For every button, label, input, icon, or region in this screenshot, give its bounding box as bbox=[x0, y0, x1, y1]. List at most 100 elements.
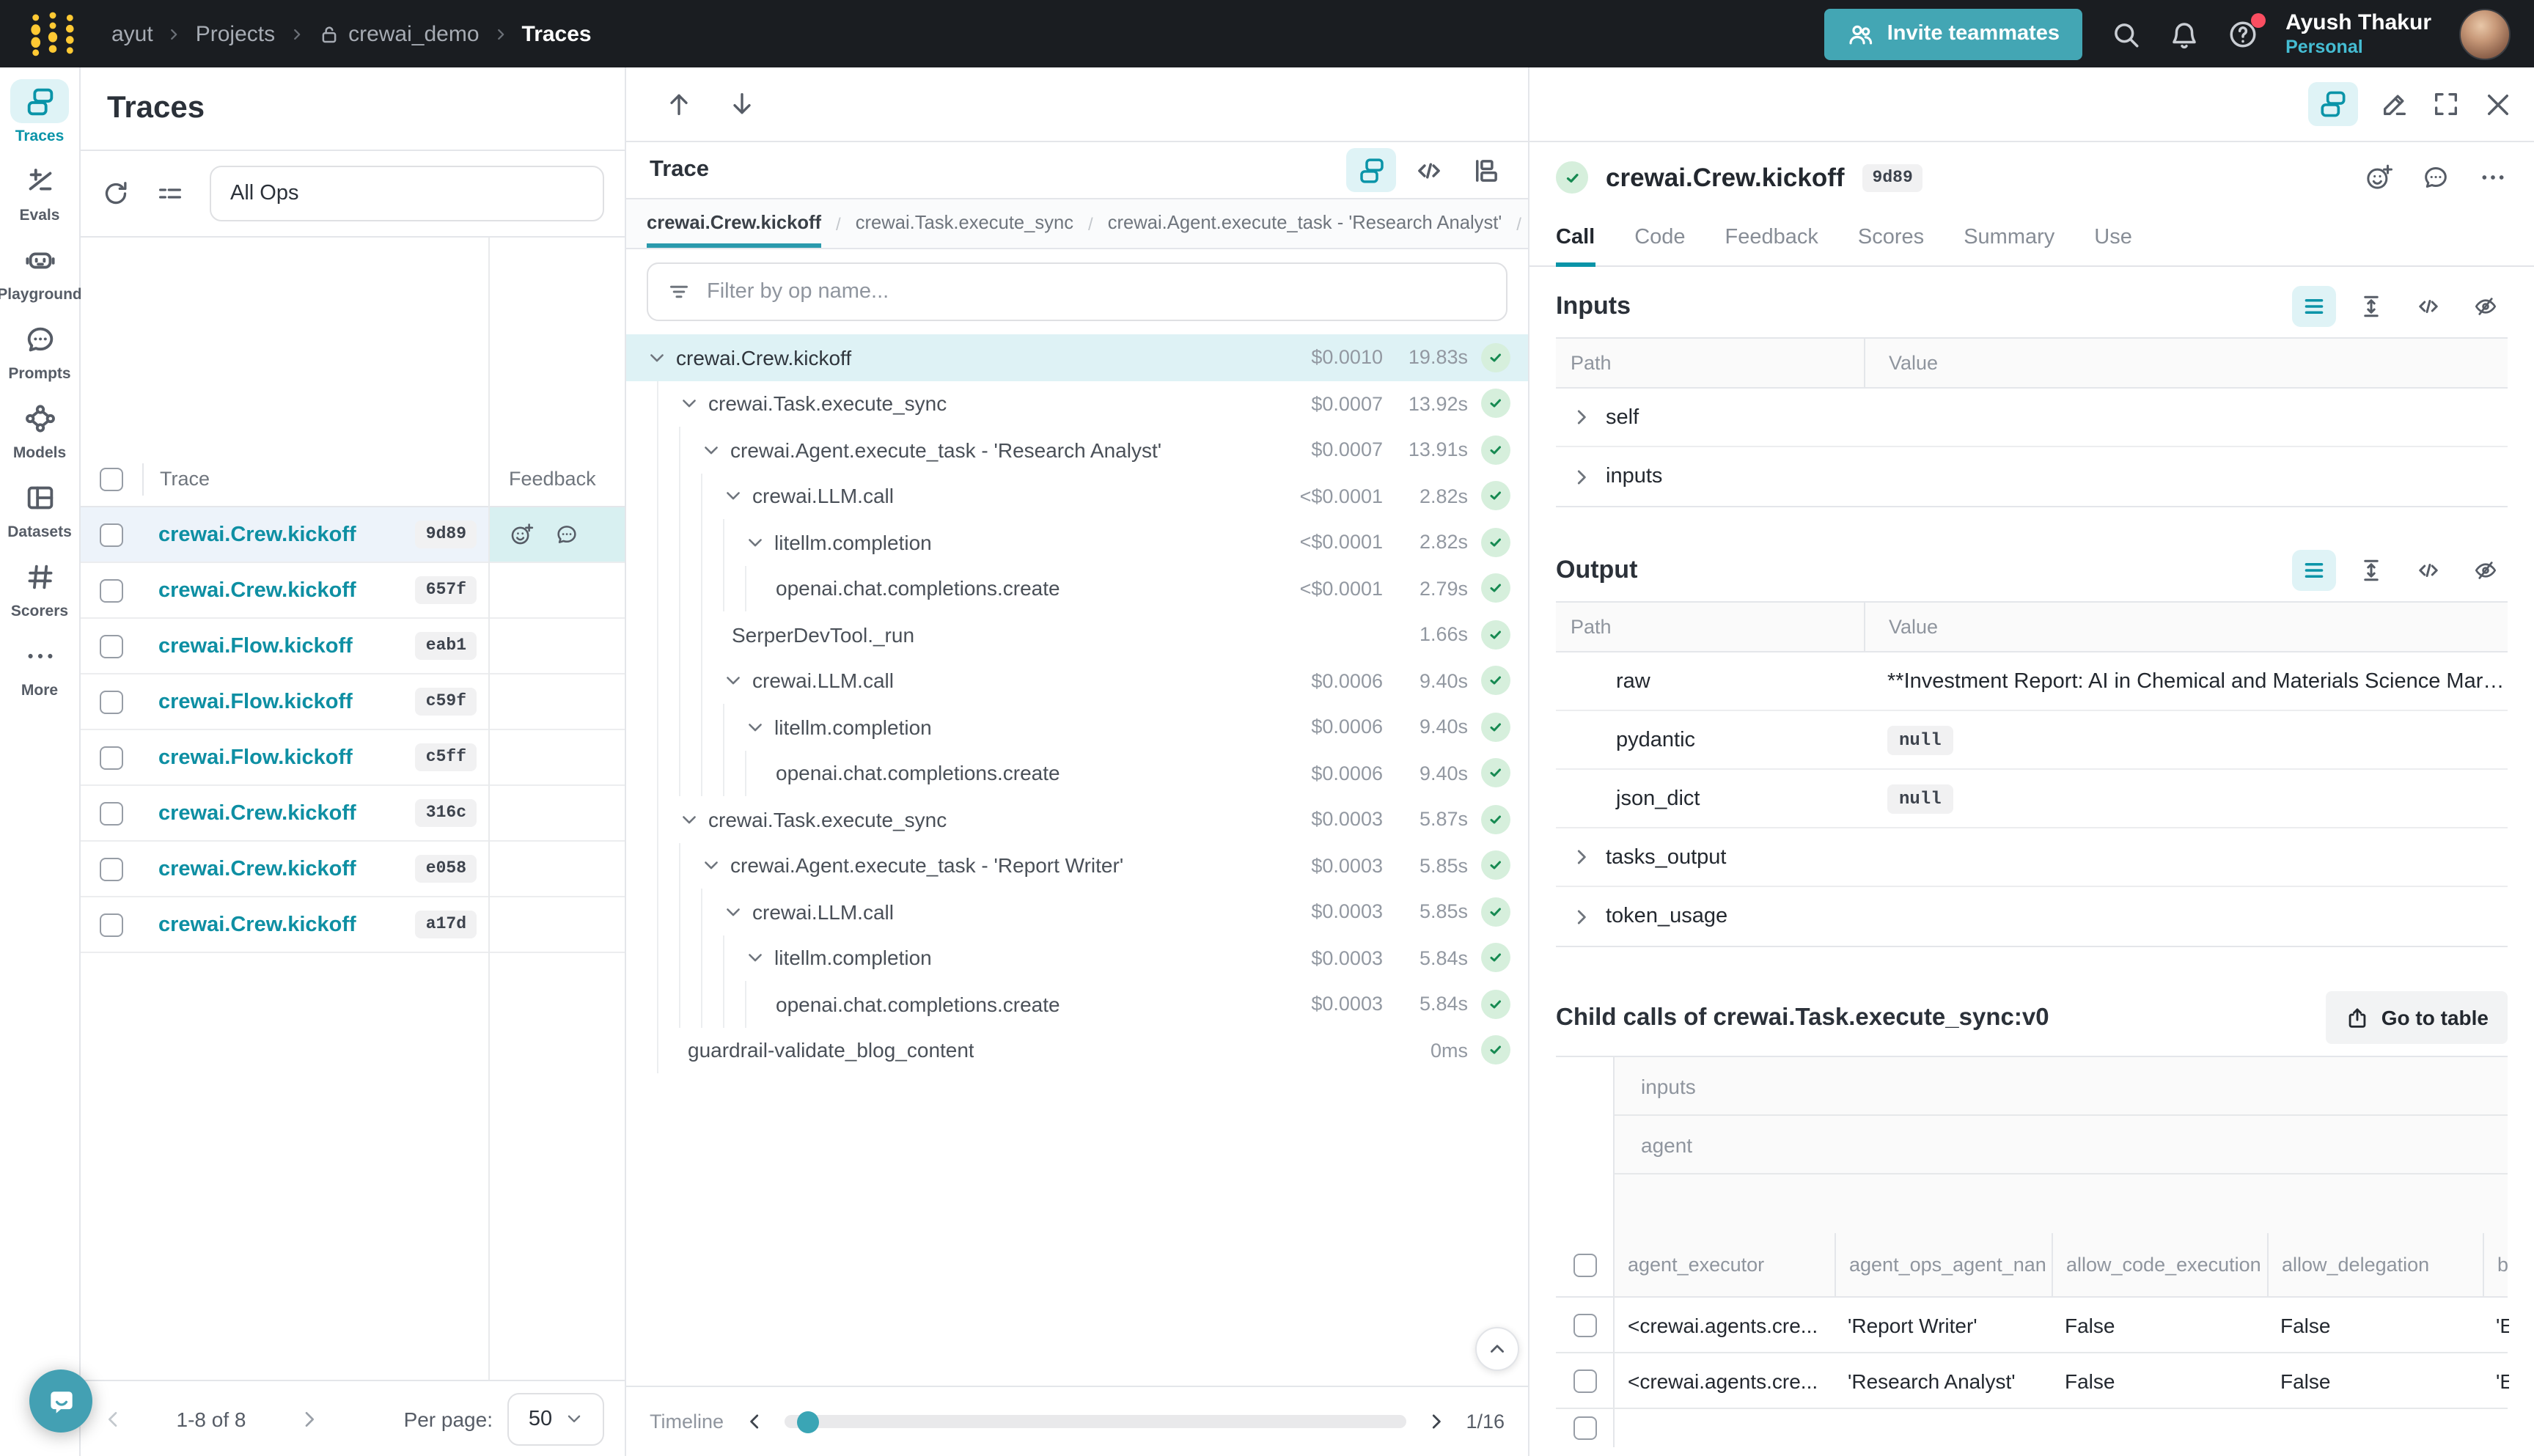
add-reaction-icon[interactable] bbox=[509, 522, 534, 547]
column-header-b[interactable]: b bbox=[2483, 1233, 2511, 1296]
row-checkbox[interactable] bbox=[100, 913, 123, 936]
collapse-chevron-icon[interactable] bbox=[679, 394, 704, 414]
collapse-chevron-icon[interactable] bbox=[745, 717, 770, 738]
fullscreen-expand-icon[interactable] bbox=[2431, 89, 2461, 119]
tab-feedback[interactable]: Feedback bbox=[1725, 213, 1818, 267]
tab-code[interactable]: Code bbox=[1634, 213, 1685, 267]
tree-node[interactable]: crewai.LLM.call <$0.0001 2.82s bbox=[626, 473, 1528, 519]
kv-row-raw[interactable]: raw **Investment Report: AI in Chemical … bbox=[1556, 652, 2508, 711]
tree-node[interactable]: openai.chat.completions.create <$0.0001 … bbox=[626, 565, 1528, 611]
row-checkbox[interactable] bbox=[100, 578, 123, 602]
trace-link[interactable]: crewai.Flow.kickoff bbox=[158, 690, 416, 713]
tree-node[interactable]: litellm.completion $0.0006 9.40s bbox=[626, 704, 1528, 750]
timeline-prev-button[interactable] bbox=[743, 1411, 765, 1433]
collapse-chevron-icon[interactable] bbox=[745, 532, 770, 553]
row-checkbox[interactable] bbox=[100, 801, 123, 825]
user-menu[interactable]: Ayush Thakur Personal bbox=[2285, 10, 2431, 58]
tree-node[interactable]: crewai.Crew.kickoff $0.0010 19.83s bbox=[626, 334, 1528, 380]
bell-icon[interactable] bbox=[2168, 18, 2199, 49]
sidebar-item-evals[interactable]: Evals bbox=[0, 158, 79, 224]
sidebar-item-playground[interactable]: Playground bbox=[0, 238, 79, 304]
help-button[interactable] bbox=[2227, 18, 2258, 49]
add-reaction-icon[interactable] bbox=[2364, 163, 2393, 192]
select-all-checkbox[interactable] bbox=[1573, 1253, 1596, 1276]
trace-link[interactable]: crewai.Crew.kickoff bbox=[158, 578, 416, 602]
sidebar-item-datasets[interactable]: Datasets bbox=[0, 475, 79, 541]
column-header-agent-ops-agent-nan[interactable]: agent_ops_agent_nan bbox=[1835, 1233, 2052, 1296]
breadcrumb-project[interactable]: crewai_demo bbox=[317, 21, 479, 46]
avatar[interactable] bbox=[2459, 8, 2511, 59]
hide-values-icon[interactable] bbox=[2464, 286, 2508, 327]
tab-scores[interactable]: Scores bbox=[1858, 213, 1924, 267]
tree-node[interactable]: litellm.completion $0.0003 5.84s bbox=[626, 935, 1528, 981]
row-checkbox[interactable] bbox=[100, 857, 123, 880]
kv-row-inputs[interactable]: inputs bbox=[1556, 447, 2508, 506]
kv-row-token-usage[interactable]: token_usage bbox=[1556, 887, 2508, 946]
sidebar-item-traces[interactable]: Traces bbox=[0, 79, 79, 145]
prev-page-button[interactable] bbox=[101, 1407, 125, 1430]
tab-use[interactable]: Use bbox=[2094, 213, 2132, 267]
code-view-button[interactable] bbox=[1403, 148, 1453, 192]
row-checkbox[interactable] bbox=[100, 634, 123, 658]
per-page-select[interactable]: 50 bbox=[507, 1392, 604, 1445]
trace-link[interactable]: crewai.Flow.kickoff bbox=[158, 634, 416, 658]
expand-chevron-icon[interactable] bbox=[1571, 406, 1595, 428]
kv-row-tasks-output[interactable]: tasks_output bbox=[1556, 828, 2508, 887]
tab-summary[interactable]: Summary bbox=[1964, 213, 2054, 267]
breadcrumb-projects[interactable]: Projects bbox=[196, 21, 275, 46]
filter-columns-button[interactable] bbox=[155, 179, 185, 208]
comment-icon[interactable] bbox=[554, 522, 579, 547]
tree-node[interactable]: crewai.LLM.call $0.0003 5.85s bbox=[626, 889, 1528, 935]
comment-icon[interactable] bbox=[2421, 163, 2450, 192]
collapse-chevron-icon[interactable] bbox=[679, 809, 704, 830]
tree-node[interactable]: openai.chat.completions.create $0.0003 5… bbox=[626, 981, 1528, 1027]
list-view-icon[interactable] bbox=[2292, 286, 2336, 327]
trace-link[interactable]: crewai.Crew.kickoff bbox=[158, 857, 416, 880]
feedback-column-header[interactable]: Feedback bbox=[490, 452, 625, 506]
trace-link[interactable]: crewai.Crew.kickoff bbox=[158, 801, 416, 825]
row-checkbox[interactable] bbox=[100, 523, 123, 546]
kv-row-json-dict[interactable]: json_dict null bbox=[1556, 770, 2508, 828]
code-view-icon[interactable] bbox=[2406, 550, 2450, 591]
trace-crumb-tab[interactable]: crewai.Task.execute_sync bbox=[856, 199, 1073, 248]
trace-row[interactable]: crewai.Crew.kickoff a17d bbox=[81, 897, 625, 953]
row-checkbox[interactable] bbox=[100, 690, 123, 713]
expand-chevron-icon[interactable] bbox=[1571, 846, 1595, 868]
trace-row[interactable]: crewai.Crew.kickoff 316c bbox=[81, 786, 625, 842]
row-checkbox[interactable] bbox=[100, 746, 123, 769]
tree-node[interactable]: crewai.Agent.execute_task - 'Report Writ… bbox=[626, 842, 1528, 889]
support-chat-button[interactable] bbox=[29, 1369, 92, 1433]
edit-pencil-icon[interactable] bbox=[2380, 89, 2409, 119]
code-view-icon[interactable] bbox=[2406, 286, 2450, 327]
child-call-row[interactable]: <crewai.agents.cre...'Report Writer'Fals… bbox=[1556, 1298, 2508, 1353]
tree-node[interactable]: crewai.LLM.call $0.0006 9.40s bbox=[626, 658, 1528, 704]
collapse-chevron-icon[interactable] bbox=[723, 486, 748, 507]
breadcrumb-entity[interactable]: ayut bbox=[111, 21, 153, 46]
trace-row[interactable]: crewai.Crew.kickoff e058 bbox=[81, 842, 625, 897]
expand-vertical-icon[interactable] bbox=[2349, 550, 2393, 591]
scroll-top-button[interactable] bbox=[1475, 1327, 1519, 1371]
row-checkbox[interactable] bbox=[1573, 1313, 1596, 1336]
next-trace-button[interactable] bbox=[727, 89, 757, 119]
trace-row[interactable]: crewai.Crew.kickoff 657f bbox=[81, 563, 625, 619]
tree-node[interactable]: openai.chat.completions.create $0.0006 9… bbox=[626, 750, 1528, 796]
tab-call[interactable]: Call bbox=[1556, 213, 1595, 267]
column-header-allow-delegation[interactable]: allow_delegation bbox=[2267, 1233, 2483, 1296]
collapse-chevron-icon[interactable] bbox=[745, 948, 770, 968]
invite-teammates-button[interactable]: Invite teammates bbox=[1824, 8, 2082, 59]
collapse-chevron-icon[interactable] bbox=[701, 440, 726, 460]
tree-node[interactable]: crewai.Task.execute_sync $0.0007 13.92s bbox=[626, 380, 1528, 427]
tree-node[interactable]: crewai.Task.execute_sync $0.0003 5.87s bbox=[626, 796, 1528, 842]
select-all-checkbox[interactable] bbox=[100, 467, 123, 490]
go-to-table-button[interactable]: Go to table bbox=[2326, 991, 2508, 1044]
trace-crumb-tab[interactable]: crewai.Agent.execute_task - 'Research An… bbox=[1108, 199, 1502, 248]
search-icon[interactable] bbox=[2109, 18, 2140, 49]
timeline-slider-thumb[interactable] bbox=[798, 1411, 820, 1433]
child-call-row[interactable] bbox=[1556, 1409, 2508, 1447]
trace-row[interactable]: crewai.Flow.kickoff c59f bbox=[81, 674, 625, 730]
close-icon[interactable] bbox=[2483, 89, 2513, 120]
more-horizontal-icon[interactable] bbox=[2478, 163, 2508, 192]
next-page-button[interactable] bbox=[298, 1407, 321, 1430]
trace-link[interactable]: crewai.Crew.kickoff bbox=[158, 523, 416, 546]
sidebar-item-prompts[interactable]: Prompts bbox=[0, 317, 79, 383]
